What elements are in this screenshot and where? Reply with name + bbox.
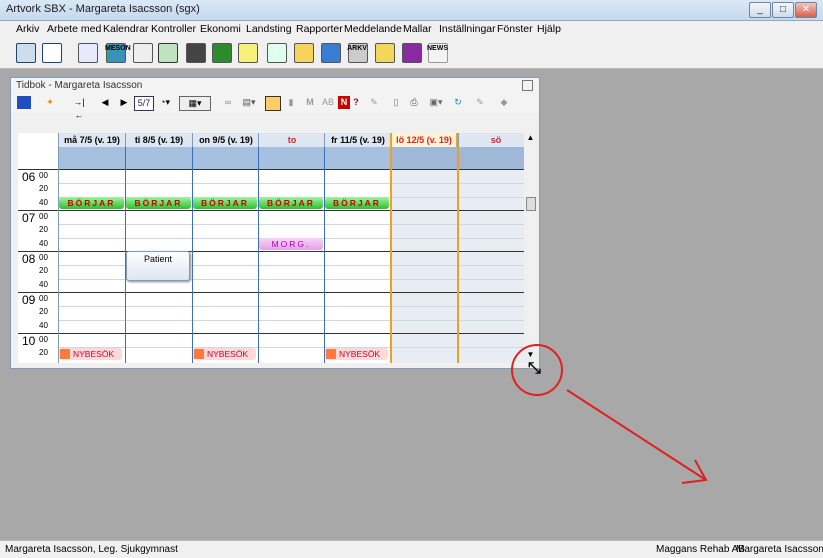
status-user-role: Margareta Isacsson, Leg. Sjukgymnast: [5, 544, 178, 555]
annotation-circle: [511, 344, 563, 396]
status-company: Maggans Rehab AB: [656, 544, 745, 555]
annotation-arrow-line: [566, 389, 707, 481]
status-user: Margareta Isacsson: [736, 544, 823, 555]
status-bar: Margareta Isacsson, Leg. Sjukgymnast Mag…: [0, 540, 823, 558]
annotation-overlay: [511, 344, 708, 484]
